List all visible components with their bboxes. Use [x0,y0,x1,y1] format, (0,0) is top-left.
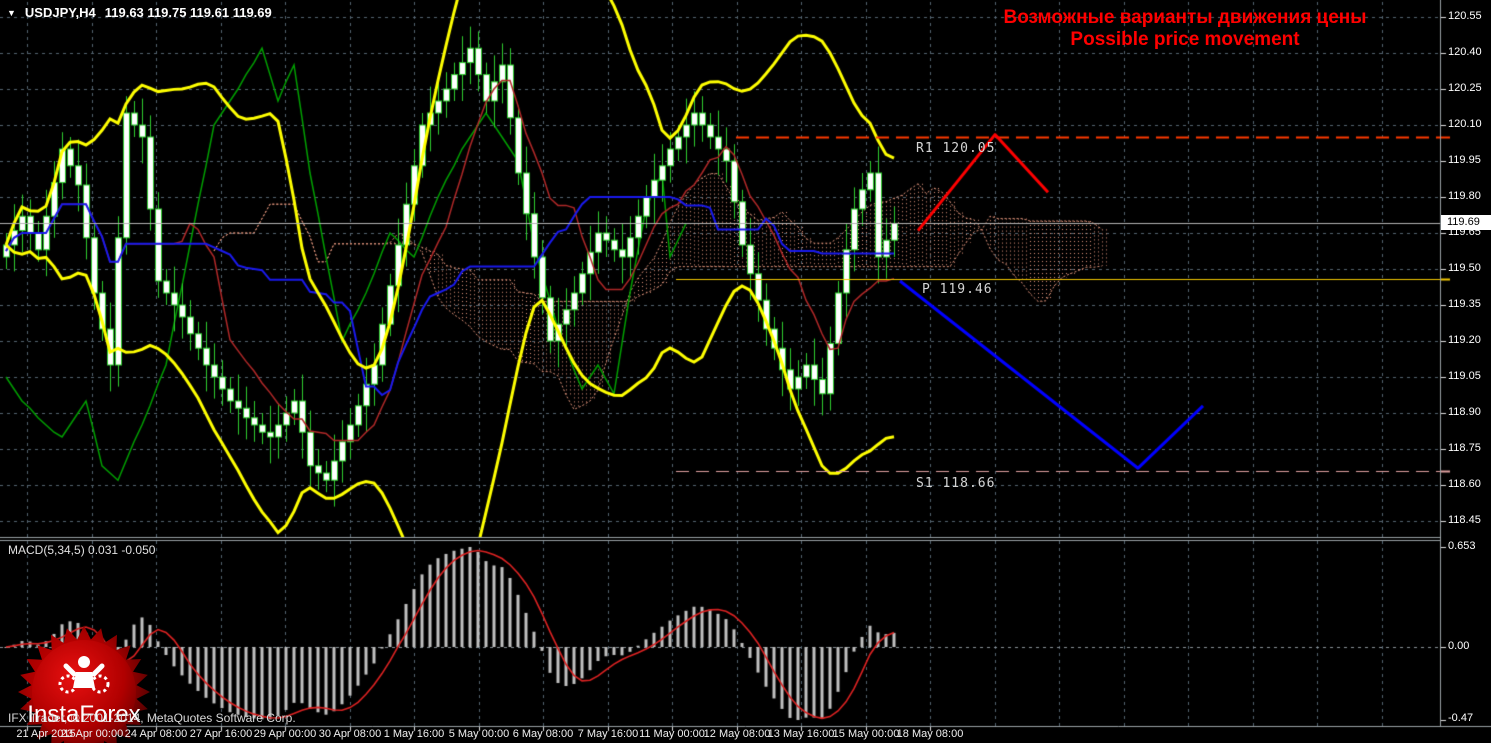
title-ohlc-values: 119.63 119.75 119.61 119.69 [104,5,272,20]
price-axis-label: 118.75 [1448,442,1481,454]
price-axis-label: 120.55 [1448,10,1482,22]
macd-indicator-label: MACD(5,34,5) 0.031 -0.050 [8,543,156,557]
time-axis[interactable]: 21 Apr 2015 23 Apr 00:00 24 Apr 08:00 27 Ap… [0,727,1491,743]
time-axis-label: 18 May 08:00 [896,728,964,740]
pivot-label-p: P 119.46 [922,282,993,297]
price-axis-label: 119.35 [1448,298,1481,310]
annotation-headline: Возможные варианты движения цены Possibl… [950,7,1420,51]
chart-title-bar: ▼ USDJPY,H4 119.63 119.75 119.61 119.69 [7,5,272,20]
headline-russian: Возможные варианты движения цены [1003,7,1367,28]
price-axis-label: 118.90 [1448,406,1481,418]
resistance-label-r1: R1 120.05 [916,141,996,156]
price-axis-label: 120.25 [1448,82,1482,94]
price-axis-label: 120.40 [1448,46,1482,58]
macd-axis-label: -0.47 [1448,712,1474,724]
price-axis-label: 119.20 [1448,334,1481,346]
headline-english: Possible price movement [1070,29,1300,50]
price-axis-label: 118.45 [1448,514,1481,526]
macd-axis-label: 0.653 [1448,540,1476,552]
chart-canvas[interactable] [0,0,1491,743]
copyright-text: IFX Trader, © 2001-2014, MetaQuotes Soft… [8,711,296,725]
symbol-dropdown-icon[interactable]: ▼ [7,8,16,18]
price-axis-label: 119.80 [1448,190,1481,202]
chart-window: ▼ USDJPY,H4 119.63 119.75 119.61 119.69 … [0,0,1491,743]
price-axis-label: 120.10 [1448,118,1482,130]
price-axis-label: 119.05 [1448,370,1481,382]
price-axis-label: 118.60 [1448,478,1481,490]
macd-axis-label: 0.00 [1448,640,1470,652]
price-axis-label: 119.50 [1448,262,1481,274]
price-axis-label: 119.95 [1448,154,1481,166]
symbol-period-label: USDJPY,H4 [24,5,96,20]
current-price-tag: 119.69 [1441,215,1491,230]
support-label-s1: S1 118.66 [916,476,996,491]
price-axis[interactable]: 120.55 120.40 120.25 120.10 119.95 119.80 119.… [1441,0,1491,726]
